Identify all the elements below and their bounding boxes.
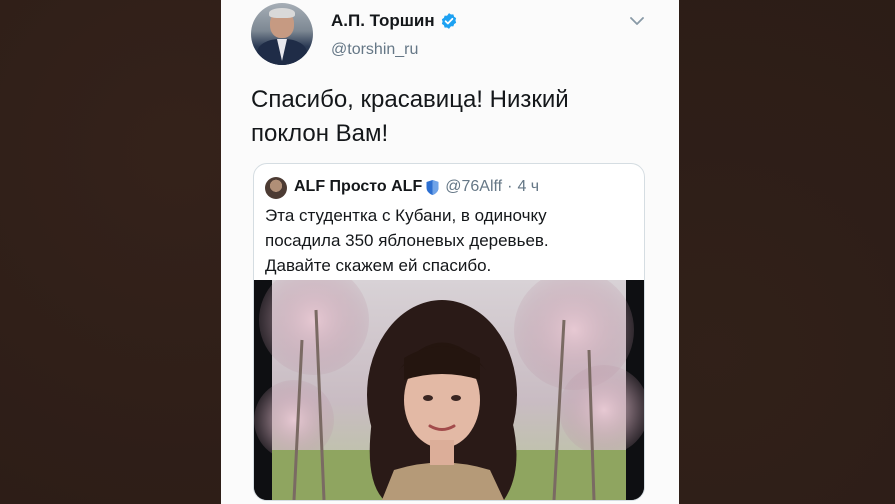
quoted-photo[interactable] [254, 280, 644, 500]
tweet-text: Спасибо, красавица! Низкий поклон Вам! [251, 83, 661, 151]
tweet-text-line: поклон Вам! [251, 120, 389, 147]
quoted-author-avatar[interactable] [265, 177, 287, 199]
author-name[interactable]: А.П. Торшин [331, 11, 435, 31]
quoted-tweet[interactable]: ALF Просто ALF @76Alff · 4 ч Эта студент… [253, 163, 645, 501]
tweet-text-line: Спасибо, красавица! Низкий [251, 86, 569, 113]
quoted-author-handle[interactable]: @76Alff [445, 178, 502, 196]
chevron-down-icon[interactable] [629, 15, 645, 27]
verified-badge-icon [441, 13, 456, 29]
photo-illustration [254, 280, 644, 500]
author-name-row: А.П. Торшин [331, 11, 458, 31]
author-handle[interactable]: @torshin_ru [331, 41, 418, 59]
quoted-text: Эта студентка с Кубани, в одиночку посад… [265, 203, 625, 278]
quoted-header: ALF Просто ALF @76Alff · 4 ч [294, 178, 539, 196]
quoted-author-name[interactable]: ALF Просто ALF [294, 178, 422, 196]
dot-separator: · [507, 178, 513, 195]
quoted-text-line: Давайте скажем ей спасибо. [265, 256, 492, 275]
quoted-text-line: Эта студентка с Кубани, в одиночку [265, 206, 547, 225]
quoted-timestamp[interactable]: 4 ч [517, 178, 539, 196]
author-avatar[interactable] [251, 3, 313, 65]
tweet-card[interactable]: А.П. Торшин @torshin_ru Спасибо, красави… [221, 0, 679, 504]
shield-icon [426, 179, 439, 195]
quoted-text-line: посадила 350 яблоневых деревьев. [265, 231, 549, 250]
